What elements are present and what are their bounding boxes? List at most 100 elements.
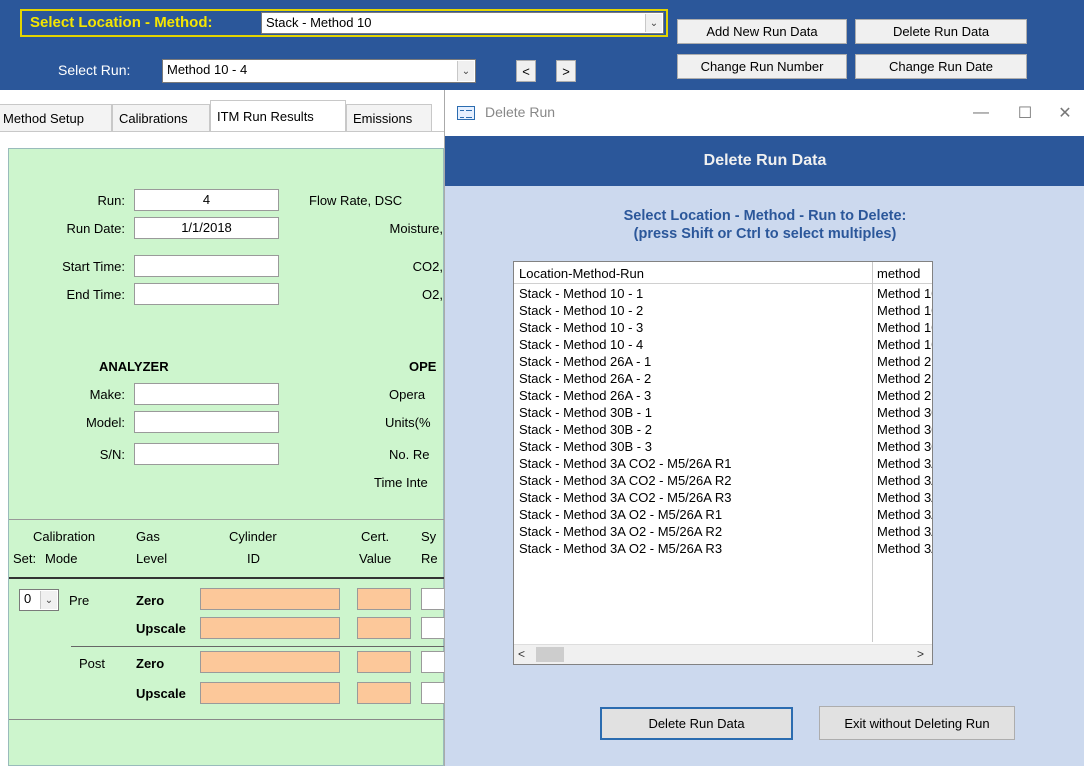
run-date-label: Run Date: [66, 221, 125, 236]
run-combo[interactable]: Method 10 - 4 ⌄ [162, 59, 476, 83]
analyzer-heading: ANALYZER [99, 359, 169, 374]
pre-zero-response-field[interactable] [421, 588, 445, 610]
chevron-down-icon[interactable]: ⌄ [40, 591, 57, 609]
run-value: Method 10 - 4 [167, 62, 248, 77]
post-upscale-cert-field[interactable] [357, 682, 411, 704]
sy-col-header: Sy [421, 529, 437, 544]
list-item-method: Method 26A [877, 371, 932, 386]
delete-run-button[interactable]: Delete Run Data [855, 19, 1027, 44]
header-divider [9, 577, 445, 579]
run-results-panel: Run: 4 Run Date: 1/1/2018 Start Time: En… [8, 148, 445, 766]
horizontal-scrollbar[interactable]: < > [514, 644, 932, 664]
list-item[interactable]: Stack - Method 10 - 2 Method 10 [514, 302, 932, 319]
post-zero-cert-field[interactable] [357, 651, 411, 673]
calibration-set-combo[interactable]: 0 ⌄ [19, 589, 59, 611]
add-new-run-button[interactable]: Add New Run Data [677, 19, 847, 44]
list-item[interactable]: Stack - Method 26A - 1 Method 26A [514, 353, 932, 370]
list-item[interactable]: Stack - Method 3A CO2 - M5/26A R2 Method … [514, 472, 932, 489]
sn-field[interactable] [134, 443, 279, 465]
list-item-run: Stack - Method 26A - 3 [519, 388, 652, 403]
col-location-method-run: Location-Method-Run [519, 266, 645, 281]
col-method: method [877, 266, 921, 281]
post-zero-response-field[interactable] [421, 651, 445, 673]
maximize-icon[interactable]: ☐ [1011, 100, 1039, 126]
list-item[interactable]: Stack - Method 10 - 3 Method 10 [514, 319, 932, 336]
list-item-run: Stack - Method 3A O2 - M5/26A R2 [519, 524, 723, 539]
model-field[interactable] [134, 411, 279, 433]
run-listbox[interactable]: Location-Method-Run method Stack - Metho… [513, 261, 933, 665]
list-item-run: Stack - Method 10 - 4 [519, 337, 644, 352]
top-header: Select Location - Method: Stack - Method… [0, 0, 1084, 90]
o2-label: O2, [422, 287, 443, 302]
form-icon [457, 106, 475, 120]
prev-run-button[interactable]: < [516, 60, 536, 82]
post-upscale-cylinder-field[interactable] [200, 682, 340, 704]
pre-zero-cert-field[interactable] [357, 588, 411, 610]
list-item[interactable]: Stack - Method 3A O2 - M5/26A R2 Method 3… [514, 523, 932, 540]
list-item[interactable]: Stack - Method 3A O2 - M5/26A R3 Method 3… [514, 540, 932, 557]
time-interval-label: Time Inte [374, 475, 428, 490]
pre-upscale-cert-field[interactable] [357, 617, 411, 639]
post-upscale-response-field[interactable] [421, 682, 445, 704]
list-item-run: Stack - Method 30B - 3 [519, 439, 652, 454]
list-item[interactable]: Stack - Method 26A - 3 Method 26A [514, 387, 932, 404]
dialog-titlebar[interactable]: Delete Run — ☐ ✕ [445, 90, 1084, 136]
list-item[interactable]: Stack - Method 10 - 1 Method 10 [514, 285, 932, 302]
change-run-number-button[interactable]: Change Run Number [677, 54, 847, 79]
section-divider [9, 519, 445, 520]
end-time-field[interactable] [134, 283, 279, 305]
run-number-field[interactable]: 4 [134, 189, 279, 211]
change-run-date-button[interactable]: Change Run Date [855, 54, 1027, 79]
make-field[interactable] [134, 383, 279, 405]
list-item-run: Stack - Method 3A CO2 - M5/26A R2 [519, 473, 732, 488]
calibration-set-value: 0 [24, 591, 32, 606]
operating-heading: OPE [409, 359, 437, 374]
tab-calibrations[interactable]: Calibrations [112, 104, 210, 132]
list-item[interactable]: Stack - Method 3A CO2 - M5/26A R3 Method … [514, 489, 932, 506]
run-label: Run: [97, 193, 125, 208]
start-time-field[interactable] [134, 255, 279, 277]
list-item[interactable]: Stack - Method 3A O2 - M5/26A R1 Method 3… [514, 506, 932, 523]
tab-itm-run-results[interactable]: ITM Run Results [210, 100, 346, 132]
re-col-header: Re [421, 551, 438, 566]
moisture-label: Moisture, [389, 221, 443, 236]
list-item-run: Stack - Method 10 - 1 [519, 286, 644, 301]
list-item[interactable]: Stack - Method 30B - 3 Method 30B [514, 438, 932, 455]
exit-without-deleting-button[interactable]: Exit without Deleting Run [819, 706, 1015, 740]
run-date-field[interactable]: 1/1/2018 [134, 217, 279, 239]
post-zero-cylinder-field[interactable] [200, 651, 340, 673]
next-run-button[interactable]: > [556, 60, 576, 82]
list-item[interactable]: Stack - Method 30B - 1 Method 30B [514, 404, 932, 421]
pre-upscale-response-field[interactable] [421, 617, 445, 639]
gas-col-header: Gas [136, 529, 160, 544]
dialog-header: Delete Run Data [445, 136, 1084, 186]
minimize-icon[interactable]: — [967, 100, 995, 126]
list-item[interactable]: Stack - Method 3A CO2 - M5/26A R1 Method … [514, 455, 932, 472]
list-item-run: Stack - Method 3A CO2 - M5/26A R1 [519, 456, 732, 471]
location-combo[interactable]: Stack - Method 10 ⌄ [261, 12, 664, 34]
instruction-line-2: (press Shift or Ctrl to select multiples… [633, 226, 897, 242]
list-item-run: Stack - Method 3A O2 - M5/26A R3 [519, 541, 723, 556]
chevron-down-icon[interactable]: ⌄ [457, 61, 474, 81]
no-readings-label: No. Re [389, 447, 430, 462]
pre-zero-cylinder-field[interactable] [200, 588, 340, 610]
list-item-method: Method 30B [877, 405, 932, 420]
list-item[interactable]: Stack - Method 10 - 4 Method 10 [514, 336, 932, 353]
operator-label: Opera [389, 387, 426, 402]
list-item[interactable]: Stack - Method 30B - 2 Method 30B [514, 421, 932, 438]
delete-run-data-button[interactable]: Delete Run Data [600, 707, 793, 740]
close-icon[interactable]: ✕ [1051, 100, 1079, 126]
list-item[interactable]: Stack - Method 26A - 2 Method 26A [514, 370, 932, 387]
tab-emissions[interactable]: Emissions [346, 104, 432, 132]
bottom-divider [9, 719, 445, 720]
chevron-right-icon[interactable]: > [917, 647, 924, 661]
chevron-left-icon[interactable]: < [518, 647, 525, 661]
pre-upscale-cylinder-field[interactable] [200, 617, 340, 639]
sn-label: S/N: [99, 447, 125, 462]
scrollbar-thumb[interactable] [536, 647, 564, 662]
tab-method-setup[interactable]: Method Setup [0, 104, 112, 132]
pre-upscale-label: Upscale [136, 621, 186, 636]
chevron-down-icon[interactable]: ⌄ [645, 14, 662, 32]
end-time-label: End Time: [66, 287, 125, 302]
pre-post-divider [71, 646, 445, 647]
